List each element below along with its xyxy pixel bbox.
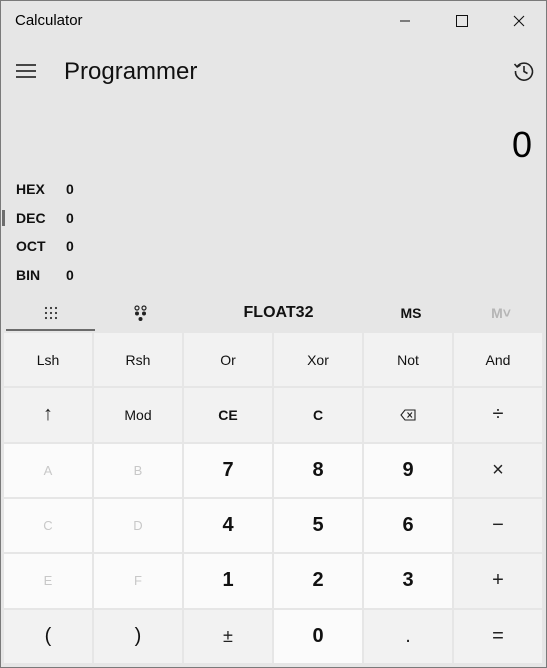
equals-button[interactable]: = [454,609,542,663]
hex-e-button[interactable]: E [4,554,92,608]
digit-2-button[interactable]: 2 [274,554,362,608]
title-bar: Calculator [1,1,546,41]
maximize-icon [456,15,468,27]
close-paren-button[interactable]: ) [94,609,182,663]
maximize-button[interactable] [439,1,485,41]
window-title: Calculator [15,12,83,29]
full-keypad-tab[interactable] [6,297,95,329]
digit-6-button[interactable]: 6 [364,498,452,553]
digit-3-button[interactable]: 3 [364,554,452,608]
keypad-icon [44,306,57,320]
radix-hex[interactable]: HEX 0 [1,177,121,203]
backspace-icon [400,409,416,421]
active-tab-indicator [6,329,95,331]
history-icon [513,62,534,81]
multiply-button[interactable]: × [454,443,542,497]
selected-radix-marker [2,210,5,226]
digit-0-button[interactable]: 0 [274,609,362,663]
bit-toggling-tab[interactable] [96,297,186,329]
decimal-button[interactable]: . [364,609,452,663]
radix-label: OCT [16,238,46,254]
digit-9-button[interactable]: 9 [364,443,452,497]
clear-button[interactable]: C [274,388,362,442]
keypad-toolbar: FLOAT32 MS M˅ [1,297,546,331]
keypad: Lsh Rsh Or Xor Not And ↑ Mod CE C ÷ A B … [4,333,544,665]
memory-store-button[interactable]: MS [371,297,451,329]
radix-label: HEX [16,181,45,197]
not-button[interactable]: Not [364,333,452,387]
radix-value: 0 [66,238,74,254]
word-size-button[interactable]: FLOAT32 [186,297,371,329]
digit-4-button[interactable]: 4 [184,498,272,553]
digit-7-button[interactable]: 7 [184,443,272,497]
negate-button[interactable]: ± [184,609,272,663]
mod-button[interactable]: Mod [94,388,182,442]
backspace-button[interactable] [364,388,452,442]
bit-toggle-icon [134,305,147,321]
xor-button[interactable]: Xor [274,333,362,387]
result-display: 0 [511,124,532,165]
or-button[interactable]: Or [184,333,272,387]
mode-title: Programmer [64,58,198,85]
divide-button[interactable]: ÷ [454,388,542,442]
history-button[interactable] [508,57,540,85]
and-button[interactable]: And [454,333,542,387]
minimize-button[interactable] [382,1,428,41]
digit-5-button[interactable]: 5 [274,498,362,553]
close-icon [513,15,525,27]
plus-button[interactable]: + [454,554,542,608]
hex-c-button[interactable]: C [4,498,92,553]
clear-entry-button[interactable]: CE [184,388,272,442]
close-button[interactable] [496,1,542,41]
hex-f-button[interactable]: F [94,554,182,608]
radix-value: 0 [66,210,74,226]
memory-view-button[interactable]: M˅ [456,297,546,329]
open-paren-button[interactable]: ( [4,609,92,663]
minus-button[interactable]: − [454,498,542,553]
hex-d-button[interactable]: D [94,498,182,553]
radix-dec[interactable]: DEC 0 [1,206,121,232]
menu-button[interactable] [11,57,41,85]
calculator-window: Calculator Programmer 0 HEX 0 DEC 0 OCT … [0,0,547,668]
hex-a-button[interactable]: A [4,443,92,497]
radix-label: DEC [16,210,46,226]
radix-value: 0 [66,181,74,197]
hex-b-button[interactable]: B [94,443,182,497]
radix-value: 0 [66,267,74,283]
radix-label: BIN [16,267,41,283]
rsh-button[interactable]: Rsh [94,333,182,387]
hamburger-icon [16,64,36,78]
shift-up-button[interactable]: ↑ [4,388,92,442]
radix-oct[interactable]: OCT 0 [1,234,121,260]
lsh-button[interactable]: Lsh [4,333,92,387]
digit-1-button[interactable]: 1 [184,554,272,608]
digit-8-button[interactable]: 8 [274,443,362,497]
radix-bin[interactable]: BIN 0 [1,263,121,289]
minimize-icon [400,20,410,22]
